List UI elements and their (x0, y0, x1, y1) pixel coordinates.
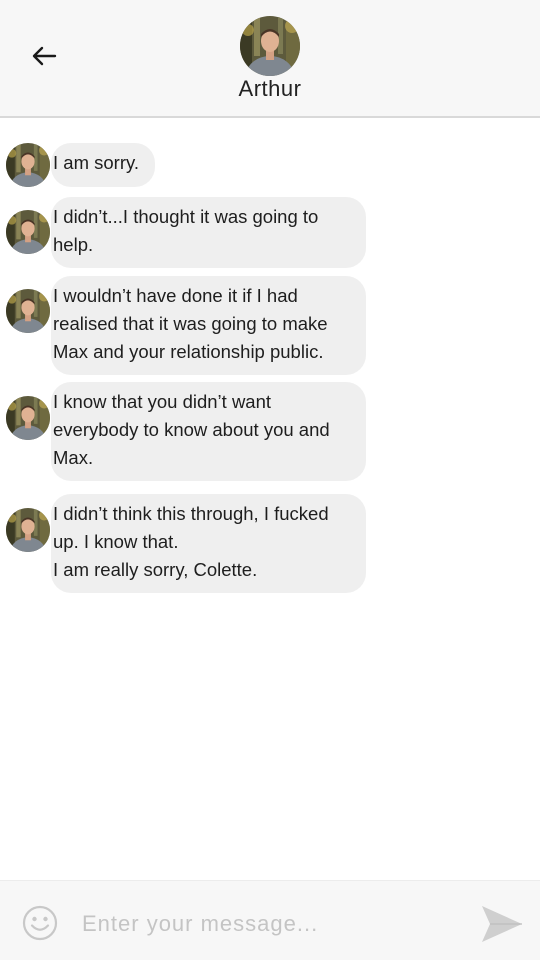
sender-avatar[interactable] (6, 289, 50, 333)
arrow-left-icon (32, 46, 57, 66)
back-button[interactable] (26, 38, 62, 74)
sender-avatar[interactable] (6, 396, 50, 440)
sender-avatar[interactable] (6, 143, 50, 187)
message-bubble: I know that you didn’t want everybody to… (51, 382, 366, 481)
send-button[interactable] (480, 904, 524, 944)
contact-avatar[interactable] (240, 16, 300, 76)
message-bubble: I am sorry. (51, 143, 155, 187)
smiley-icon (22, 905, 58, 941)
message-bubble: I wouldn’t have done it if I had realise… (51, 276, 366, 375)
sender-avatar[interactable] (6, 210, 50, 254)
emoji-button[interactable] (22, 905, 58, 941)
sender-avatar[interactable] (6, 508, 50, 552)
message-composer (0, 880, 540, 960)
message-bubble: I didn’t...I thought it was going to hel… (51, 197, 366, 268)
chat-header: Arthur (0, 0, 540, 118)
chat-screen: Arthur I am sorry. I didn’t...I thought … (0, 0, 540, 960)
message-list: I am sorry. I didn’t...I thought it was … (0, 118, 540, 880)
send-icon (482, 906, 522, 942)
message-input[interactable] (80, 903, 454, 945)
avatar-image (240, 16, 300, 76)
contact-name: Arthur (238, 76, 302, 101)
message-bubble: I didn’t think this through, I fucked up… (51, 494, 366, 593)
